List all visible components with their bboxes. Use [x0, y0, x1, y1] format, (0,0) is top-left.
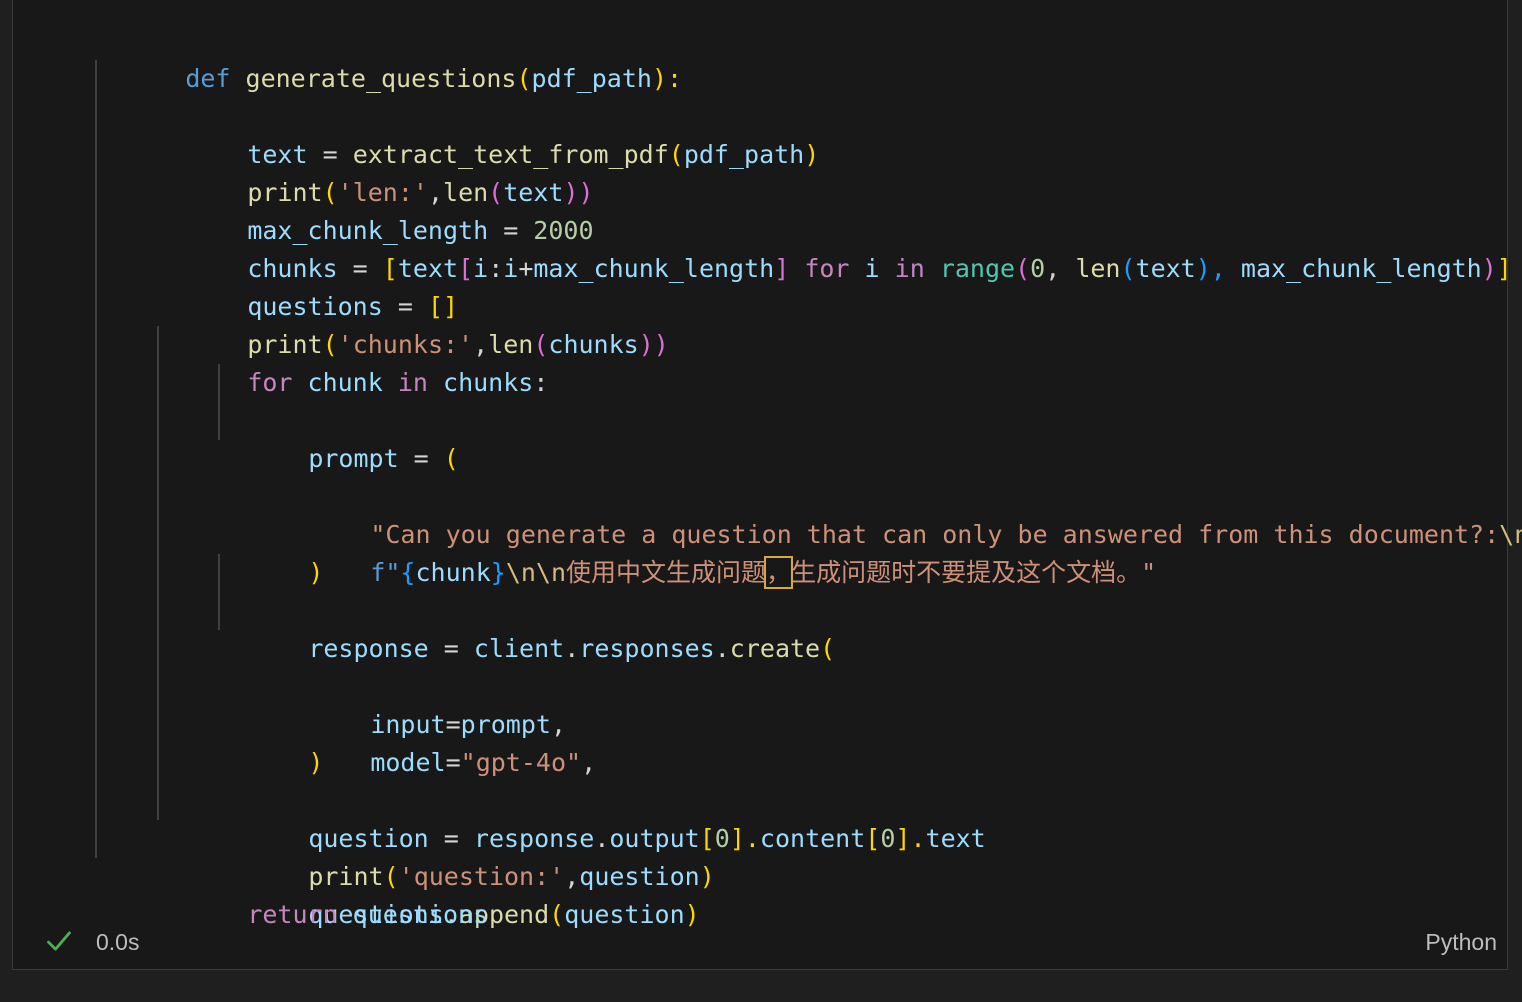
- code-line: print('len:',len(text)): [13, 98, 1507, 207]
- cell-status-bar: 0.0s Python: [13, 925, 1507, 969]
- code-line: questions.append(question): [13, 782, 1507, 929]
- code-line: for chunk in chunks:: [13, 288, 1507, 397]
- indent-guide: [95, 592, 97, 630]
- indent-guide: [95, 782, 97, 820]
- indent-guide: [95, 744, 97, 782]
- indent-guide: [157, 630, 159, 668]
- indent-guide: [157, 782, 159, 820]
- indent-guide: [95, 440, 97, 478]
- indent-guide: [95, 668, 97, 706]
- execution-time: 0.0s: [96, 929, 140, 955]
- paren-token: (: [383, 862, 399, 891]
- indent-guide: [218, 364, 220, 402]
- code-line: print('question:',question): [13, 744, 1507, 891]
- function-call-token: print: [308, 862, 384, 891]
- code-line: question = response.output[0].content[0]…: [13, 706, 1507, 853]
- paren-token: ): [699, 862, 715, 891]
- code-line: input=prompt,: [13, 554, 1507, 739]
- indent-guide: [157, 364, 159, 402]
- indent-guide: [157, 592, 159, 630]
- indent-guide: [95, 250, 97, 288]
- code-line: "Can you generate a question that can on…: [13, 364, 1522, 549]
- code-line: print('chunks:',len(chunks)): [13, 250, 1507, 359]
- indent-guide: [95, 212, 97, 250]
- indent-guide: [218, 402, 220, 440]
- indent-guide: [95, 706, 97, 744]
- string-token: 'question:': [398, 862, 565, 891]
- code-line: def generate_questions(pdf_path):: [13, 22, 1507, 93]
- indent-guide: [157, 516, 159, 554]
- indent-guide: [95, 60, 97, 98]
- code-line: ): [13, 440, 1507, 587]
- indent-guide: [95, 364, 97, 402]
- code-line: ): [13, 630, 1507, 777]
- indent-guide: [157, 554, 159, 592]
- code-line: max_chunk_length = 2000: [13, 136, 1507, 245]
- code-line: prompt = (: [13, 326, 1507, 473]
- indent-guide: [95, 326, 97, 364]
- indent-guide: [157, 326, 159, 364]
- indent-guide: [95, 288, 97, 326]
- indent-guide: [157, 478, 159, 516]
- language-label[interactable]: Python: [1425, 929, 1497, 956]
- indent-guide: [95, 98, 97, 136]
- code-line: [13, 668, 1507, 706]
- indent-guide: [218, 592, 220, 630]
- indent-guide: [157, 402, 159, 440]
- indent-guide: [95, 402, 97, 440]
- indent-guide: [157, 706, 159, 744]
- indent-guide: [95, 478, 97, 516]
- indent-guide: [95, 554, 97, 592]
- indent-guide: [218, 554, 220, 592]
- indent-guide: [95, 174, 97, 212]
- variable-token: question: [579, 862, 700, 891]
- indent-guide: [157, 668, 159, 706]
- indent-guide: [157, 744, 159, 782]
- code-line: text = extract_text_from_pdf(pdf_path): [13, 60, 1507, 169]
- indent-guide: [157, 440, 159, 478]
- indent-guide: [95, 630, 97, 668]
- code-line: chunks = [text[i:i+max_chunk_length] for…: [13, 174, 1512, 283]
- check-icon: [47, 931, 71, 951]
- code-line: f"{chunk}\n\n使用中文生成问题，生成问题时不要提及这个文档。": [13, 402, 1507, 589]
- code-line: response = client.responses.create(: [13, 516, 1507, 663]
- code-line: questions = []: [13, 212, 1507, 321]
- code-editor[interactable]: def generate_questions(pdf_path): text =…: [13, 22, 1522, 929]
- notebook-code-cell[interactable]: def generate_questions(pdf_path): text =…: [12, 0, 1522, 970]
- indent-guide: [95, 516, 97, 554]
- code-line: model="gpt-4o",: [13, 592, 1507, 777]
- code-line: return questions: [13, 820, 1507, 929]
- operator-token: ,: [564, 862, 580, 891]
- indent-guide: [95, 820, 97, 858]
- indent-guide: [95, 136, 97, 174]
- code-line: [13, 478, 1507, 516]
